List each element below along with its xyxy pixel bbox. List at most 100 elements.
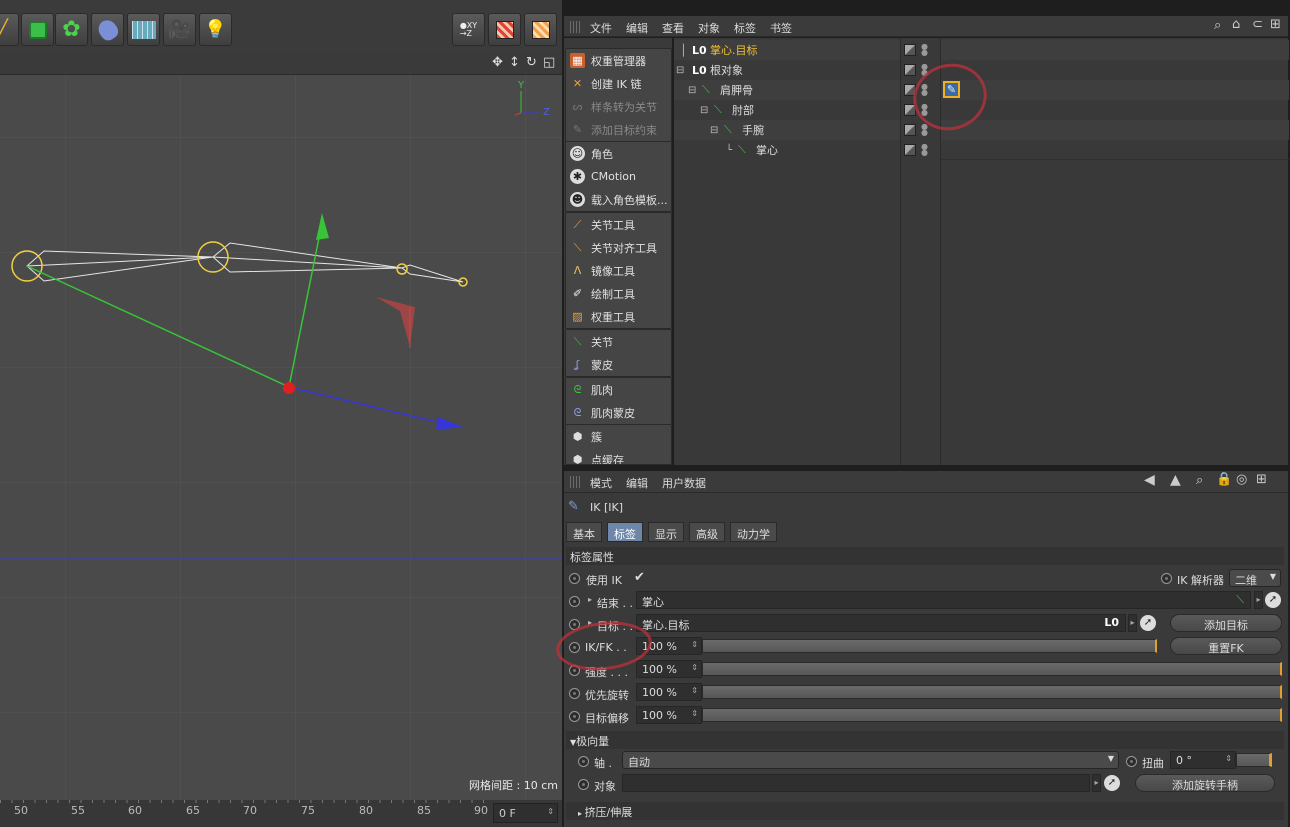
anim-toggle[interactable]	[569, 711, 580, 722]
joint-tool-button[interactable]: ⟋ 关节工具	[566, 213, 671, 236]
light-button[interactable]: 💡	[199, 13, 232, 46]
target-offset-field[interactable]: 100 % ⇕	[636, 706, 702, 724]
viewport[interactable]: Y Z 网格间距 : 10 cm	[0, 75, 562, 800]
muscle-skin-button[interactable]: ᘓ 肌肉蒙皮	[566, 401, 671, 424]
joint-align-tool-button[interactable]: ⟍ 关节对齐工具	[566, 236, 671, 259]
weight-tool-button[interactable]: ▨ 权重工具	[566, 305, 671, 328]
anim-toggle[interactable]	[569, 573, 580, 584]
end-link-field[interactable]: 掌心 ⟍	[636, 591, 1251, 609]
joint-button[interactable]: ⟍ 关节	[566, 330, 671, 353]
link-menu-arrow[interactable]: ▸	[1092, 774, 1101, 792]
axis-dropdown[interactable]: 自动 ▼	[622, 751, 1119, 769]
point-cache-button[interactable]: ⬢ 点缓存	[566, 448, 671, 464]
visibility-dots-icon[interactable]: ● ●	[921, 43, 928, 57]
menu-bookmarks[interactable]: 书签	[770, 20, 792, 36]
muscle-button[interactable]: ᘓ 肌肉	[566, 378, 671, 401]
object-tree[interactable]: │ L0 掌心.目标 ⊟ L0 根对象 ⊟ ⟍ 肩胛骨 ⊟ ⟍ 肘部 ⊟ ⟍ 手…	[674, 38, 1288, 465]
anim-toggle[interactable]	[569, 688, 580, 699]
panel-grip-icon[interactable]	[570, 476, 582, 488]
subdivision-button[interactable]: ✿	[55, 13, 88, 46]
add-pole-handle-button[interactable]: 添加旋转手柄	[1135, 774, 1275, 792]
panel-grip-icon[interactable]	[570, 21, 582, 33]
twist-slider[interactable]	[1236, 753, 1272, 767]
deformer-button[interactable]	[91, 13, 124, 46]
visibility-dots-icon[interactable]: ● ●	[921, 143, 928, 157]
new-panel-icon[interactable]: ⊞	[1256, 472, 1267, 487]
create-ik-chain-button[interactable]: ✕ 创建 IK 链	[566, 72, 671, 95]
menu-object[interactable]: 对象	[698, 20, 720, 36]
menu-mode[interactable]: 模式	[590, 475, 612, 491]
anim-toggle[interactable]	[569, 596, 580, 607]
mirror-tool-button[interactable]: ᐱ 镜像工具	[566, 259, 671, 282]
cmotion-button[interactable]: ✱ CMotion	[566, 165, 671, 188]
timeline-ruler[interactable]: 50 55 60 65 70 75 80 85 90	[0, 800, 562, 827]
tab-dynamics[interactable]: 动力学	[730, 522, 777, 542]
add-target-button[interactable]: 添加目标	[1170, 614, 1282, 632]
pen-tool-button[interactable]: ╱	[0, 13, 19, 46]
layer-icon[interactable]	[904, 44, 916, 56]
menu-user-data[interactable]: 用户数据	[662, 475, 706, 491]
maximize-view-icon[interactable]: ◱	[543, 55, 555, 70]
load-template-button[interactable]: ☻ 载入角色模板...	[566, 188, 671, 211]
weight-manager-button[interactable]: ▦ 权重管理器	[566, 49, 671, 72]
skin-button[interactable]: ʆ 蒙皮	[566, 353, 671, 376]
tab-tag[interactable]: 标签	[607, 522, 643, 542]
menu-tags[interactable]: 标签	[734, 20, 756, 36]
link-menu-arrow[interactable]: ▸	[1254, 591, 1263, 609]
section-pole-vector[interactable]: ▼极向量	[566, 731, 1284, 749]
anim-toggle[interactable]	[578, 756, 589, 767]
layer-icon[interactable]	[904, 124, 916, 136]
spline-to-joint-button[interactable]: ᔕ 样条转为关节	[566, 95, 671, 118]
rotation-priority-field[interactable]: 100 % ⇕	[636, 683, 702, 701]
paint-tool-button[interactable]: ✐ 绘制工具	[566, 282, 671, 305]
expand-icon[interactable]: ⊟	[710, 125, 718, 136]
anim-toggle[interactable]	[1161, 573, 1172, 584]
pick-object-icon[interactable]: ➚	[1265, 592, 1281, 608]
floor-button[interactable]	[127, 13, 160, 46]
target-icon[interactable]: ◎	[1236, 472, 1247, 487]
pick-object-icon[interactable]: ➚	[1104, 775, 1120, 791]
expand-icon[interactable]: ⊟	[676, 65, 684, 76]
search-icon[interactable]: ⌕	[1196, 473, 1203, 488]
visibility-dots-icon[interactable]: ● ●	[921, 123, 928, 137]
home-icon[interactable]: ⌂	[1232, 17, 1240, 32]
coordinate-system-button[interactable]: ●XY →Z	[452, 13, 485, 46]
cube-button[interactable]	[21, 13, 54, 46]
new-panel-icon[interactable]: ⊞	[1270, 17, 1281, 32]
menu-file[interactable]: 文件	[590, 20, 612, 36]
rotate-view-icon[interactable]: ↻	[526, 55, 537, 70]
tab-basic[interactable]: 基本	[566, 522, 602, 542]
strength-field[interactable]: 100 % ⇕	[636, 660, 702, 678]
frame-field[interactable]: 0 F ⇕	[493, 803, 558, 823]
section-squash-stretch[interactable]: ▸ 挤压/伸展	[566, 802, 1284, 820]
layer-icon[interactable]	[904, 64, 916, 76]
layer-icon[interactable]	[904, 144, 916, 156]
strength-slider[interactable]	[702, 662, 1282, 676]
menu-edit[interactable]: 编辑	[626, 475, 648, 491]
zoom-view-icon[interactable]: ↕	[509, 55, 520, 70]
camera-button[interactable]: 🎥	[163, 13, 196, 46]
link-menu-arrow[interactable]: ▸	[1128, 614, 1137, 632]
link-icon[interactable]: ⊂	[1252, 17, 1263, 32]
expand-icon[interactable]: ▸	[588, 595, 592, 604]
target-link-field[interactable]: 掌心.目标 L0	[636, 614, 1126, 632]
tab-display[interactable]: 显示	[648, 522, 684, 542]
menu-edit[interactable]: 编辑	[626, 20, 648, 36]
expand-icon[interactable]: ⊟	[700, 105, 708, 116]
menu-view[interactable]: 查看	[662, 20, 684, 36]
back-arrow-icon[interactable]: ◀	[1144, 472, 1155, 488]
character-button[interactable]: ☺ 角色	[566, 142, 671, 165]
rotation-priority-slider[interactable]	[702, 685, 1282, 699]
render-region-button[interactable]	[488, 13, 521, 46]
reset-fk-button[interactable]: 重置FK	[1170, 637, 1282, 655]
cluster-button[interactable]: ⬢ 簇	[566, 425, 671, 448]
add-target-constraint-button[interactable]: ✎ 添加目标约束	[566, 118, 671, 141]
tab-advanced[interactable]: 高级	[689, 522, 725, 542]
target-offset-slider[interactable]	[702, 708, 1282, 722]
lock-icon[interactable]: 🔒	[1216, 472, 1232, 487]
solver-dropdown[interactable]: 二维 ▼	[1229, 569, 1281, 587]
move-view-icon[interactable]: ✥	[492, 55, 503, 70]
up-arrow-icon[interactable]: ▲	[1170, 472, 1181, 488]
twist-field[interactable]: 0 ° ⇕	[1170, 751, 1236, 769]
paint-button[interactable]	[524, 13, 557, 46]
